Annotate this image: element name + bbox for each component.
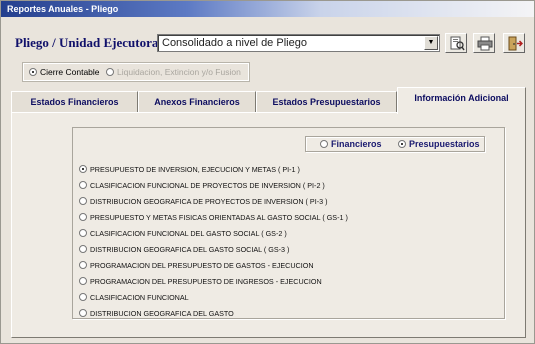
tab-estados-financieros[interactable]: Estados Financieros [11,91,138,113]
radio-unselected-icon [79,309,87,317]
radio-selected-icon [29,68,37,76]
print-preview-button[interactable] [445,33,467,53]
report-type-group: Financieros Presupuestarios [305,136,485,152]
report-option[interactable]: CLASIFICACION FUNCIONAL DEL GASTO SOCIAL… [79,226,499,242]
report-list: PRESUPUESTO DE INVERSION, EJECUCION Y ME… [79,162,499,322]
report-option-label: CLASIFICACION FUNCIONAL [90,293,189,302]
radio-cierre-contable-label: Cierre Contable [40,67,100,77]
tab-estados-presupuestarios[interactable]: Estados Presupuestarios [256,91,397,113]
report-option-label: PRESUPUESTO Y METAS FISICAS ORIENTADAS A… [90,213,348,222]
radio-selected-icon [79,165,87,173]
radio-unselected-icon [79,245,87,253]
report-option-label: CLASIFICACION FUNCIONAL DE PROYECTOS DE … [90,181,325,190]
radio-presupuestarios-label: Presupuestarios [409,139,480,149]
radio-cierre-contable[interactable]: Cierre Contable [29,67,100,77]
radio-unselected-icon [106,68,114,76]
report-option[interactable]: DISTRIBUCION GEOGRAFICA DE PROYECTOS DE … [79,194,499,210]
exit-icon [508,36,523,51]
report-option[interactable]: DISTRIBUCION GEOGRAFICA DEL GASTO SOCIAL… [79,242,499,258]
report-option-label: PRESUPUESTO DE INVERSION, EJECUCION Y ME… [90,165,300,174]
radio-financieros-label: Financieros [331,139,382,149]
radio-liquidacion-label: Liquidacion, Extincion y/o Fusion [117,67,241,77]
chevron-down-icon[interactable]: ▼ [424,36,438,50]
printer-icon [477,36,493,51]
print-preview-icon [450,36,465,51]
radio-unselected-icon [79,197,87,205]
radio-liquidacion: Liquidacion, Extincion y/o Fusion [106,67,241,77]
pliego-label: Pliego / Unidad Ejecutora : [15,35,166,50]
radio-unselected-icon [79,229,87,237]
tab-anexos-financieros[interactable]: Anexos Financieros [138,91,256,113]
report-option-label: CLASIFICACION FUNCIONAL DEL GASTO SOCIAL… [90,229,287,238]
report-option-label: PROGRAMACION DEL PRESUPUESTO DE INGRESOS… [90,277,322,286]
report-option[interactable]: PROGRAMACION DEL PRESUPUESTO DE GASTOS -… [79,258,499,274]
closing-mode-group: Cierre Contable Liquidacion, Extincion y… [22,62,250,82]
radio-unselected-icon [79,181,87,189]
radio-unselected-icon [79,213,87,221]
report-option-label: DISTRIBUCION GEOGRAFICA DEL GASTO [90,309,234,318]
report-option-label: DISTRIBUCION GEOGRAFICA DEL GASTO SOCIAL… [90,245,290,254]
header-row: Pliego / Unidad Ejecutora : Consolidado … [1,31,534,57]
report-option-label: DISTRIBUCION GEOGRAFICA DE PROYECTOS DE … [90,197,328,206]
pliego-select[interactable]: Consolidado a nivel de Pliego ▼ [157,34,440,52]
radio-unselected-icon [79,261,87,269]
report-window: Reportes Anuales - Pliego Pliego / Unida… [0,0,535,344]
report-frame: Financieros Presupuestarios PRESUPUESTO … [72,127,505,319]
radio-unselected-icon [79,293,87,301]
report-option-label: PROGRAMACION DEL PRESUPUESTO DE GASTOS -… [90,261,314,270]
radio-presupuestarios[interactable]: Presupuestarios [398,139,480,149]
exit-button[interactable] [503,33,525,53]
radio-unselected-icon [79,277,87,285]
report-option[interactable]: PRESUPUESTO DE INVERSION, EJECUCION Y ME… [79,162,499,178]
window-title: Reportes Anuales - Pliego [1,1,534,17]
tab-informacion-adicional[interactable]: Información Adicional [397,87,526,114]
report-option[interactable]: CLASIFICACION FUNCIONAL DE PROYECTOS DE … [79,178,499,194]
print-button[interactable] [473,33,495,53]
report-option[interactable]: DISTRIBUCION GEOGRAFICA DEL GASTO [79,306,499,322]
report-option[interactable]: CLASIFICACION FUNCIONAL [79,290,499,306]
report-option[interactable]: PRESUPUESTO Y METAS FISICAS ORIENTADAS A… [79,210,499,226]
report-option[interactable]: PROGRAMACION DEL PRESUPUESTO DE INGRESOS… [79,274,499,290]
pliego-select-value: Consolidado a nivel de Pliego [162,37,307,49]
radio-selected-icon [398,140,406,148]
tab-bar: Estados Financieros Anexos Financieros E… [11,87,526,114]
radio-unselected-icon [320,140,328,148]
radio-financieros[interactable]: Financieros [320,139,382,149]
tab-panel: Financieros Presupuestarios PRESUPUESTO … [11,112,526,338]
